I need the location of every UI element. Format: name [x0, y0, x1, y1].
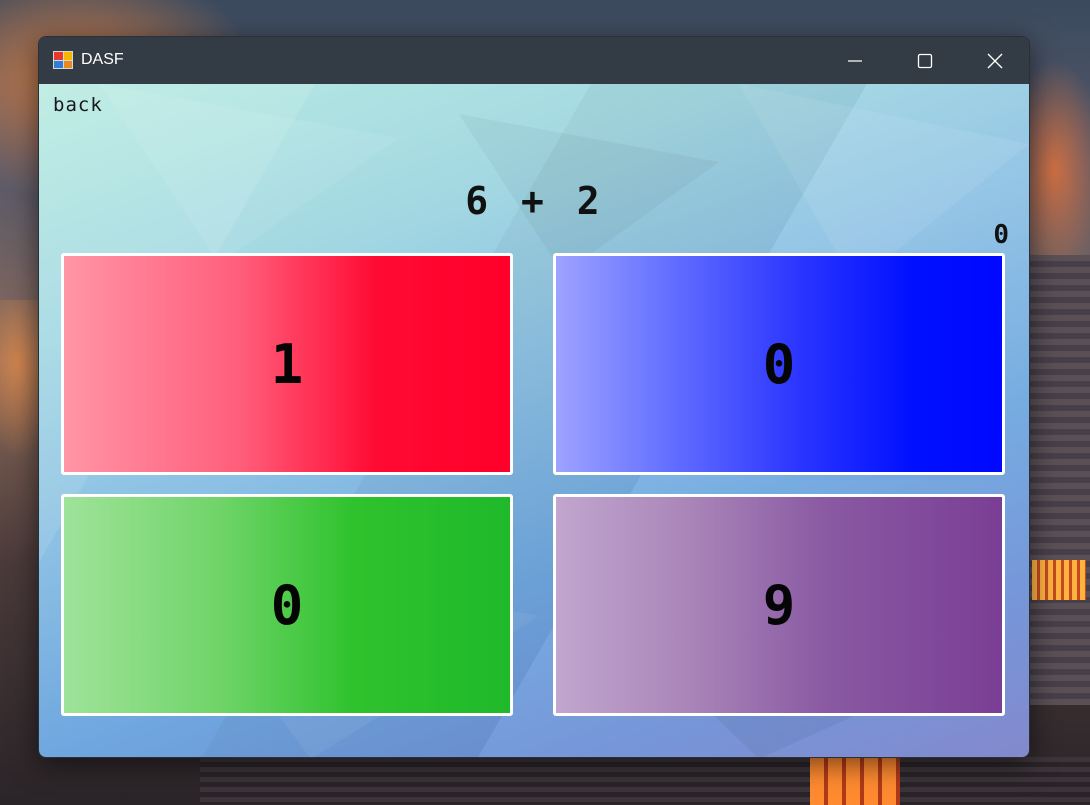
- app-window: DASF back 6 + 2 0 1 0 0 9: [38, 36, 1030, 758]
- background-facet: [99, 84, 399, 264]
- wallpaper-roof: [200, 757, 1090, 805]
- wallpaper-building: [1028, 255, 1090, 705]
- back-button[interactable]: back: [53, 94, 103, 116]
- maximize-button[interactable]: [890, 37, 960, 84]
- close-button[interactable]: [960, 37, 1029, 84]
- score-counter: 0: [993, 220, 1009, 250]
- answer-label: 0: [762, 332, 796, 396]
- answer-label: 1: [270, 332, 304, 396]
- answer-button-2[interactable]: 0: [553, 253, 1005, 475]
- maximize-icon: [917, 53, 933, 68]
- answer-button-3[interactable]: 0: [61, 494, 513, 716]
- answer-button-1[interactable]: 1: [61, 253, 513, 475]
- minimize-icon: [848, 59, 862, 62]
- answer-label: 9: [762, 573, 796, 637]
- minimize-button[interactable]: [820, 37, 890, 84]
- wallpaper-lantern: [1032, 560, 1086, 600]
- wallpaper-window: [810, 758, 900, 805]
- answer-label: 0: [270, 573, 304, 637]
- answer-button-4[interactable]: 9: [553, 494, 1005, 716]
- window-title: DASF: [81, 51, 124, 68]
- game-area: back 6 + 2 0 1 0 0 9: [39, 84, 1029, 757]
- close-icon: [987, 53, 1003, 68]
- title-bar[interactable]: DASF: [39, 37, 1029, 84]
- app-grid-icon: [53, 51, 73, 69]
- question-text: 6 + 2: [465, 179, 603, 223]
